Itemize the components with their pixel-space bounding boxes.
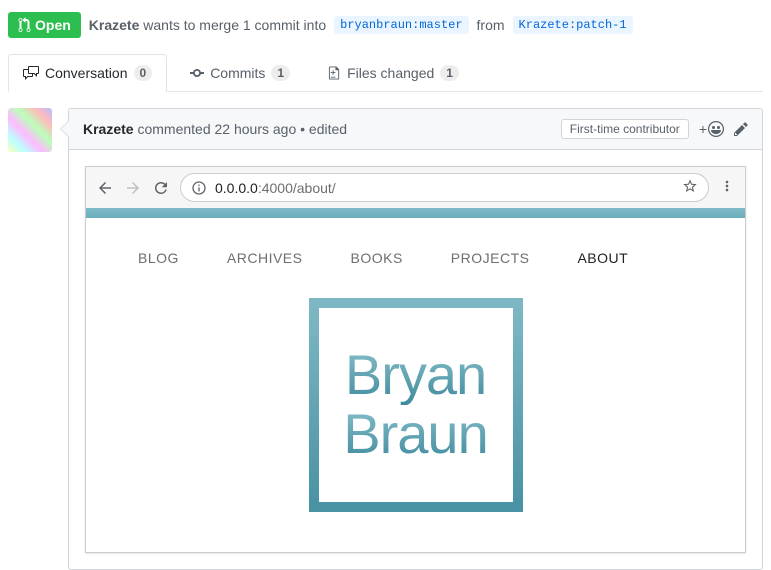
back-icon	[96, 179, 114, 197]
nav-blog: BLOG	[138, 250, 179, 266]
add-reaction-button[interactable]: +	[699, 121, 724, 137]
reload-icon	[152, 179, 170, 197]
pr-tabs: Conversation 0 Commits 1 Files changed 1	[8, 54, 763, 92]
browser-toolbar: 0.0.0.0:4000/about/	[86, 167, 745, 208]
state-open-badge: Open	[8, 12, 81, 38]
merge-text: Krazete wants to merge 1 commit into	[89, 17, 326, 33]
head-branch[interactable]: Krazete:patch-1	[513, 16, 633, 34]
base-branch[interactable]: bryanbraun:master	[334, 16, 468, 34]
browser-screenshot: 0.0.0.0:4000/about/ BLOG	[85, 166, 746, 553]
kebab-menu-icon	[719, 178, 735, 197]
pencil-icon	[734, 121, 748, 137]
nav-about: ABOUT	[577, 250, 628, 266]
avatar[interactable]	[8, 108, 52, 152]
pr-meta-row: Open Krazete wants to merge 1 commit int…	[8, 12, 763, 38]
files-count: 1	[440, 65, 459, 81]
forward-icon	[124, 179, 142, 197]
comment-author-link[interactable]: Krazete	[83, 121, 134, 137]
page-content: BLOG ARCHIVES BOOKS PROJECTS ABOUT Bryan…	[86, 218, 745, 552]
nav-archives: ARCHIVES	[227, 250, 303, 266]
first-time-badge: First-time contributor	[561, 119, 689, 139]
conversation-count: 0	[134, 65, 153, 81]
tab-commits[interactable]: Commits 1	[175, 54, 305, 91]
tab-files-changed[interactable]: Files changed 1	[313, 54, 474, 91]
git-pull-request-icon	[18, 17, 31, 33]
edit-comment-button[interactable]	[734, 121, 748, 137]
comment-discussion-icon	[23, 65, 39, 81]
smiley-icon	[708, 121, 724, 137]
comment-body: 0.0.0.0:4000/about/ BLOG	[69, 150, 762, 569]
state-label: Open	[35, 17, 71, 33]
site-nav: BLOG ARCHIVES BOOKS PROJECTS ABOUT	[110, 238, 721, 298]
nav-projects: PROJECTS	[451, 250, 530, 266]
comment-box: Krazete commented 22 hours ago • edited …	[68, 108, 763, 570]
url-bar: 0.0.0.0:4000/about/	[180, 173, 709, 202]
page-accent-bar	[86, 208, 745, 218]
timeline: Krazete commented 22 hours ago • edited …	[8, 108, 763, 570]
info-icon	[191, 180, 207, 196]
pr-author-link[interactable]: Krazete	[89, 17, 140, 33]
site-logo: Bryan Braun	[309, 298, 523, 512]
comment-timestamp: commented 22 hours ago • edited	[137, 121, 347, 137]
file-diff-icon	[328, 65, 341, 81]
commits-count: 1	[271, 65, 290, 81]
nav-books: BOOKS	[350, 250, 402, 266]
git-commit-icon	[190, 65, 204, 81]
pr-title	[8, 0, 763, 4]
comment-header: Krazete commented 22 hours ago • edited …	[69, 109, 762, 150]
tab-conversation[interactable]: Conversation 0	[8, 54, 167, 92]
star-icon	[682, 178, 698, 197]
